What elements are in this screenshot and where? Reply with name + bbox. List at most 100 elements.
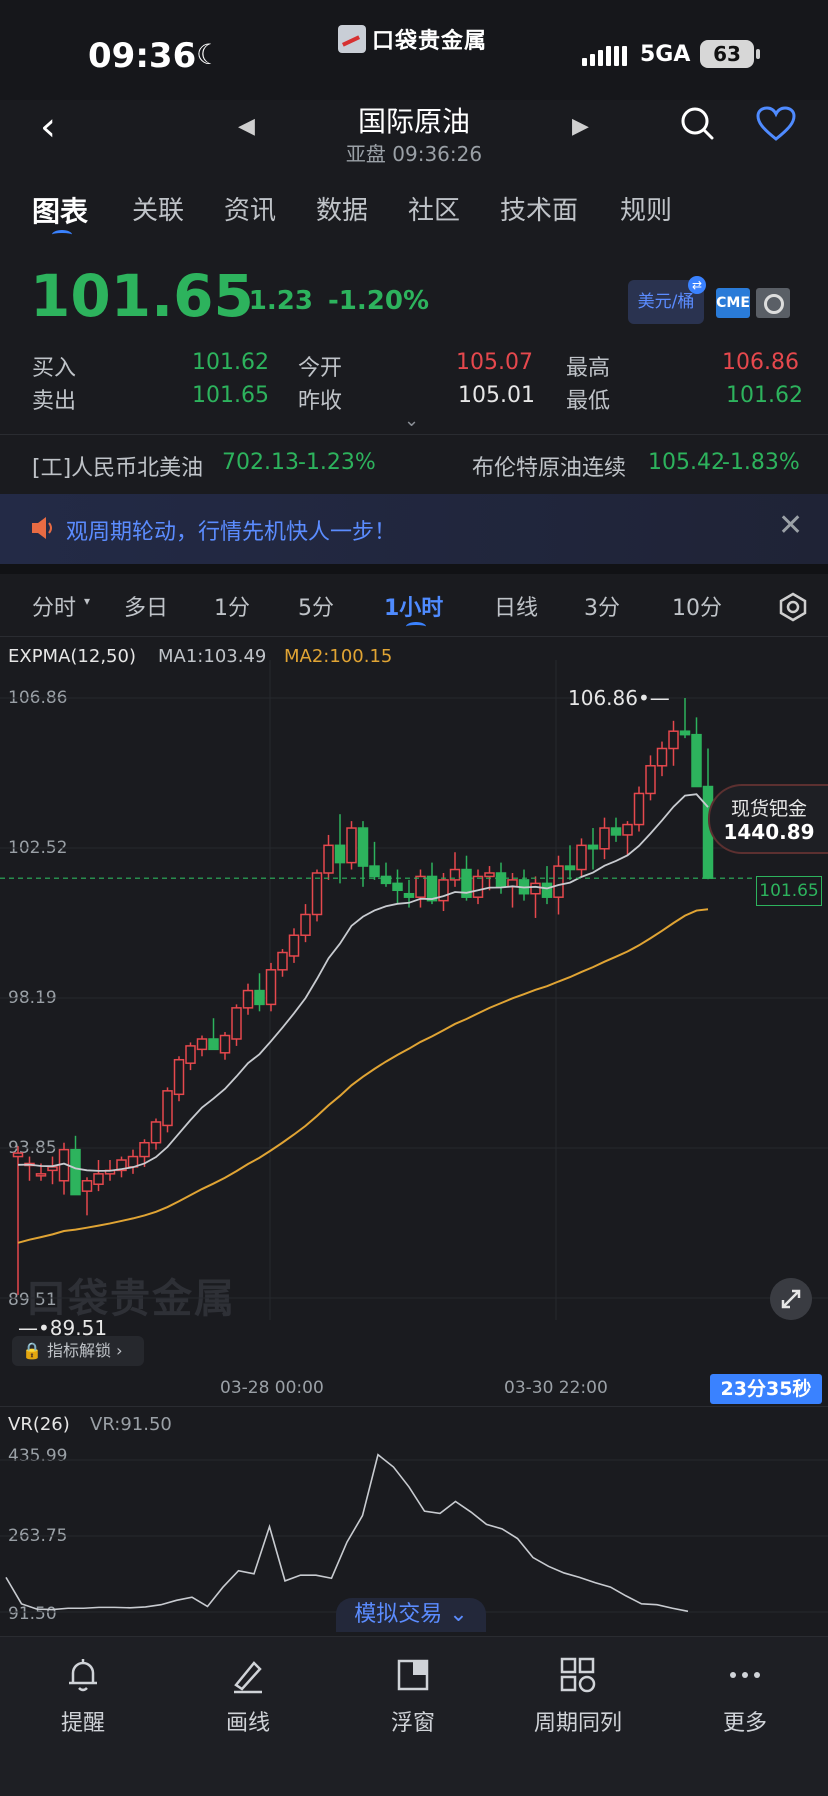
period-10min[interactable]: 10分 <box>672 590 722 622</box>
tab-chart[interactable]: 图表 <box>32 190 88 230</box>
period-selector: 分时 ▾ 多日 1分 5分 1小时 日线 3分 10分 <box>0 590 828 630</box>
high-marker-label: 106.86•— <box>568 686 670 710</box>
x-tick-label: 03-28 00:00 <box>220 1378 324 1398</box>
float-window-icon <box>397 1659 429 1691</box>
unlock-label: 指标解锁 <box>47 1341 112 1360</box>
price-change-pct: -1.20% <box>328 286 429 316</box>
candle-body <box>541 882 553 898</box>
candle-body <box>311 872 323 916</box>
pencil-icon <box>234 1661 262 1694</box>
floating-quote-callout[interactable]: 现货钯金 1440.89 <box>708 784 828 854</box>
tab-indicator <box>52 230 72 239</box>
candle-body <box>472 875 484 898</box>
candle-body <box>357 827 369 867</box>
last-price-tag: 101.65 <box>756 876 822 906</box>
candle-body <box>12 1152 24 1158</box>
candle-body <box>691 733 702 788</box>
divider <box>0 1406 828 1407</box>
tab-related[interactable]: 关联 <box>132 190 184 227</box>
exchange-info-icon[interactable] <box>756 288 790 318</box>
candle-body <box>231 1007 242 1040</box>
candle-body <box>679 730 691 736</box>
candle-body <box>185 1045 196 1064</box>
promo-banner[interactable]: 观周期轮动，行情先机快人一步！ ✕ <box>0 494 828 564</box>
candle-body <box>633 792 645 826</box>
low-value: 101.62 <box>726 383 803 408</box>
sell-value: 101.65 <box>192 383 269 408</box>
buy-value: 101.62 <box>192 350 269 375</box>
battery-level: 63 <box>700 40 754 68</box>
brand-icon <box>338 25 366 53</box>
period-5min[interactable]: 5分 <box>298 590 334 622</box>
callout-value: 1440.89 <box>723 820 815 844</box>
period-3min[interactable]: 3分 <box>584 590 620 622</box>
candle-body <box>219 1034 231 1054</box>
candle-body <box>242 989 254 1009</box>
next-instrument-icon[interactable]: ▶ <box>572 114 589 139</box>
related-right-name[interactable]: 布伦特原油连续 <box>472 450 626 482</box>
status-bar: 09:36 ☾ 口袋贵金属 5GA 63 <box>0 0 828 100</box>
candle-body <box>656 747 668 767</box>
more-dots-icon <box>730 1672 760 1678</box>
period-intraday[interactable]: 分时 <box>32 590 76 622</box>
favorite-heart-icon[interactable] <box>756 106 796 142</box>
candle-body <box>47 1166 58 1172</box>
float-window-label: 浮窗 <box>390 1711 435 1736</box>
banner-text: 观周期轮动，行情先机快人一步！ <box>66 520 397 545</box>
fullscreen-icon[interactable] <box>770 1278 812 1320</box>
related-left-pct: -1.23% <box>298 450 376 475</box>
lock-icon: 🔒 <box>22 1341 42 1360</box>
open-value: 105.07 <box>456 350 533 375</box>
brand-logo: 口袋贵金属 <box>338 24 487 54</box>
candle-body <box>415 875 426 898</box>
candle-body <box>162 1090 173 1127</box>
ma2-line <box>17 908 709 1244</box>
candle-body <box>403 892 415 898</box>
candle-body <box>484 872 495 878</box>
sell-label: 卖出 <box>32 389 77 414</box>
period-multiday[interactable]: 多日 <box>124 590 168 622</box>
tab-technical[interactable]: 技术面 <box>500 190 578 227</box>
candle-body <box>576 844 587 871</box>
main-tabs: 图表 关联 资讯 数据 社区 技术面 规则 <box>0 190 828 233</box>
exchange-badge[interactable]: CME <box>716 288 750 318</box>
simulated-trade-button[interactable]: 模拟交易 ⌄ <box>336 1598 486 1632</box>
float-window-button[interactable]: 浮窗 <box>348 1647 478 1737</box>
related-left-name[interactable]: [工]人民币北美油 <box>32 450 203 482</box>
grid-clock-icon <box>560 1657 596 1693</box>
candle-body <box>392 882 403 892</box>
more-button[interactable]: 更多 <box>680 1647 810 1737</box>
candle-body <box>208 1038 219 1051</box>
candle-body <box>553 865 564 898</box>
indicator-unlock-button[interactable]: 🔒 指标解锁 › <box>12 1336 144 1366</box>
period-1min[interactable]: 1分 <box>214 590 250 622</box>
candle-body <box>426 875 438 902</box>
open-label: 今开 <box>298 356 343 381</box>
draw-line-label: 画线 <box>225 1711 270 1736</box>
candle-body <box>380 875 392 885</box>
candlestick-chart[interactable] <box>0 660 828 1320</box>
period-1hour[interactable]: 1小时 <box>384 590 443 622</box>
candle-body <box>35 1173 47 1177</box>
expand-chevron-icon[interactable]: ⌄ <box>404 410 419 431</box>
search-icon[interactable] <box>680 106 714 140</box>
tab-rules[interactable]: 规则 <box>620 190 672 227</box>
divider <box>0 434 828 435</box>
tab-news[interactable]: 资讯 <box>224 190 276 227</box>
period-daily[interactable]: 日线 <box>494 590 538 622</box>
multi-period-label: 周期同列 <box>533 1711 622 1736</box>
close-icon[interactable]: ✕ <box>778 508 803 543</box>
candle-body <box>254 989 265 1006</box>
settings-hex-icon[interactable] <box>778 592 808 622</box>
tab-community[interactable]: 社区 <box>408 190 460 227</box>
prev-close-value: 105.01 <box>458 383 535 408</box>
candle-body <box>622 823 633 836</box>
candle-body <box>265 969 277 1006</box>
draw-line-button[interactable]: 画线 <box>183 1647 313 1737</box>
candle-body <box>150 1121 162 1144</box>
multi-period-button[interactable]: 周期同列 <box>513 1647 643 1737</box>
candle-body <box>173 1058 185 1096</box>
tab-data[interactable]: 数据 <box>316 190 368 227</box>
alert-button[interactable]: 提醒 <box>18 1647 148 1737</box>
candle-body <box>196 1038 208 1051</box>
